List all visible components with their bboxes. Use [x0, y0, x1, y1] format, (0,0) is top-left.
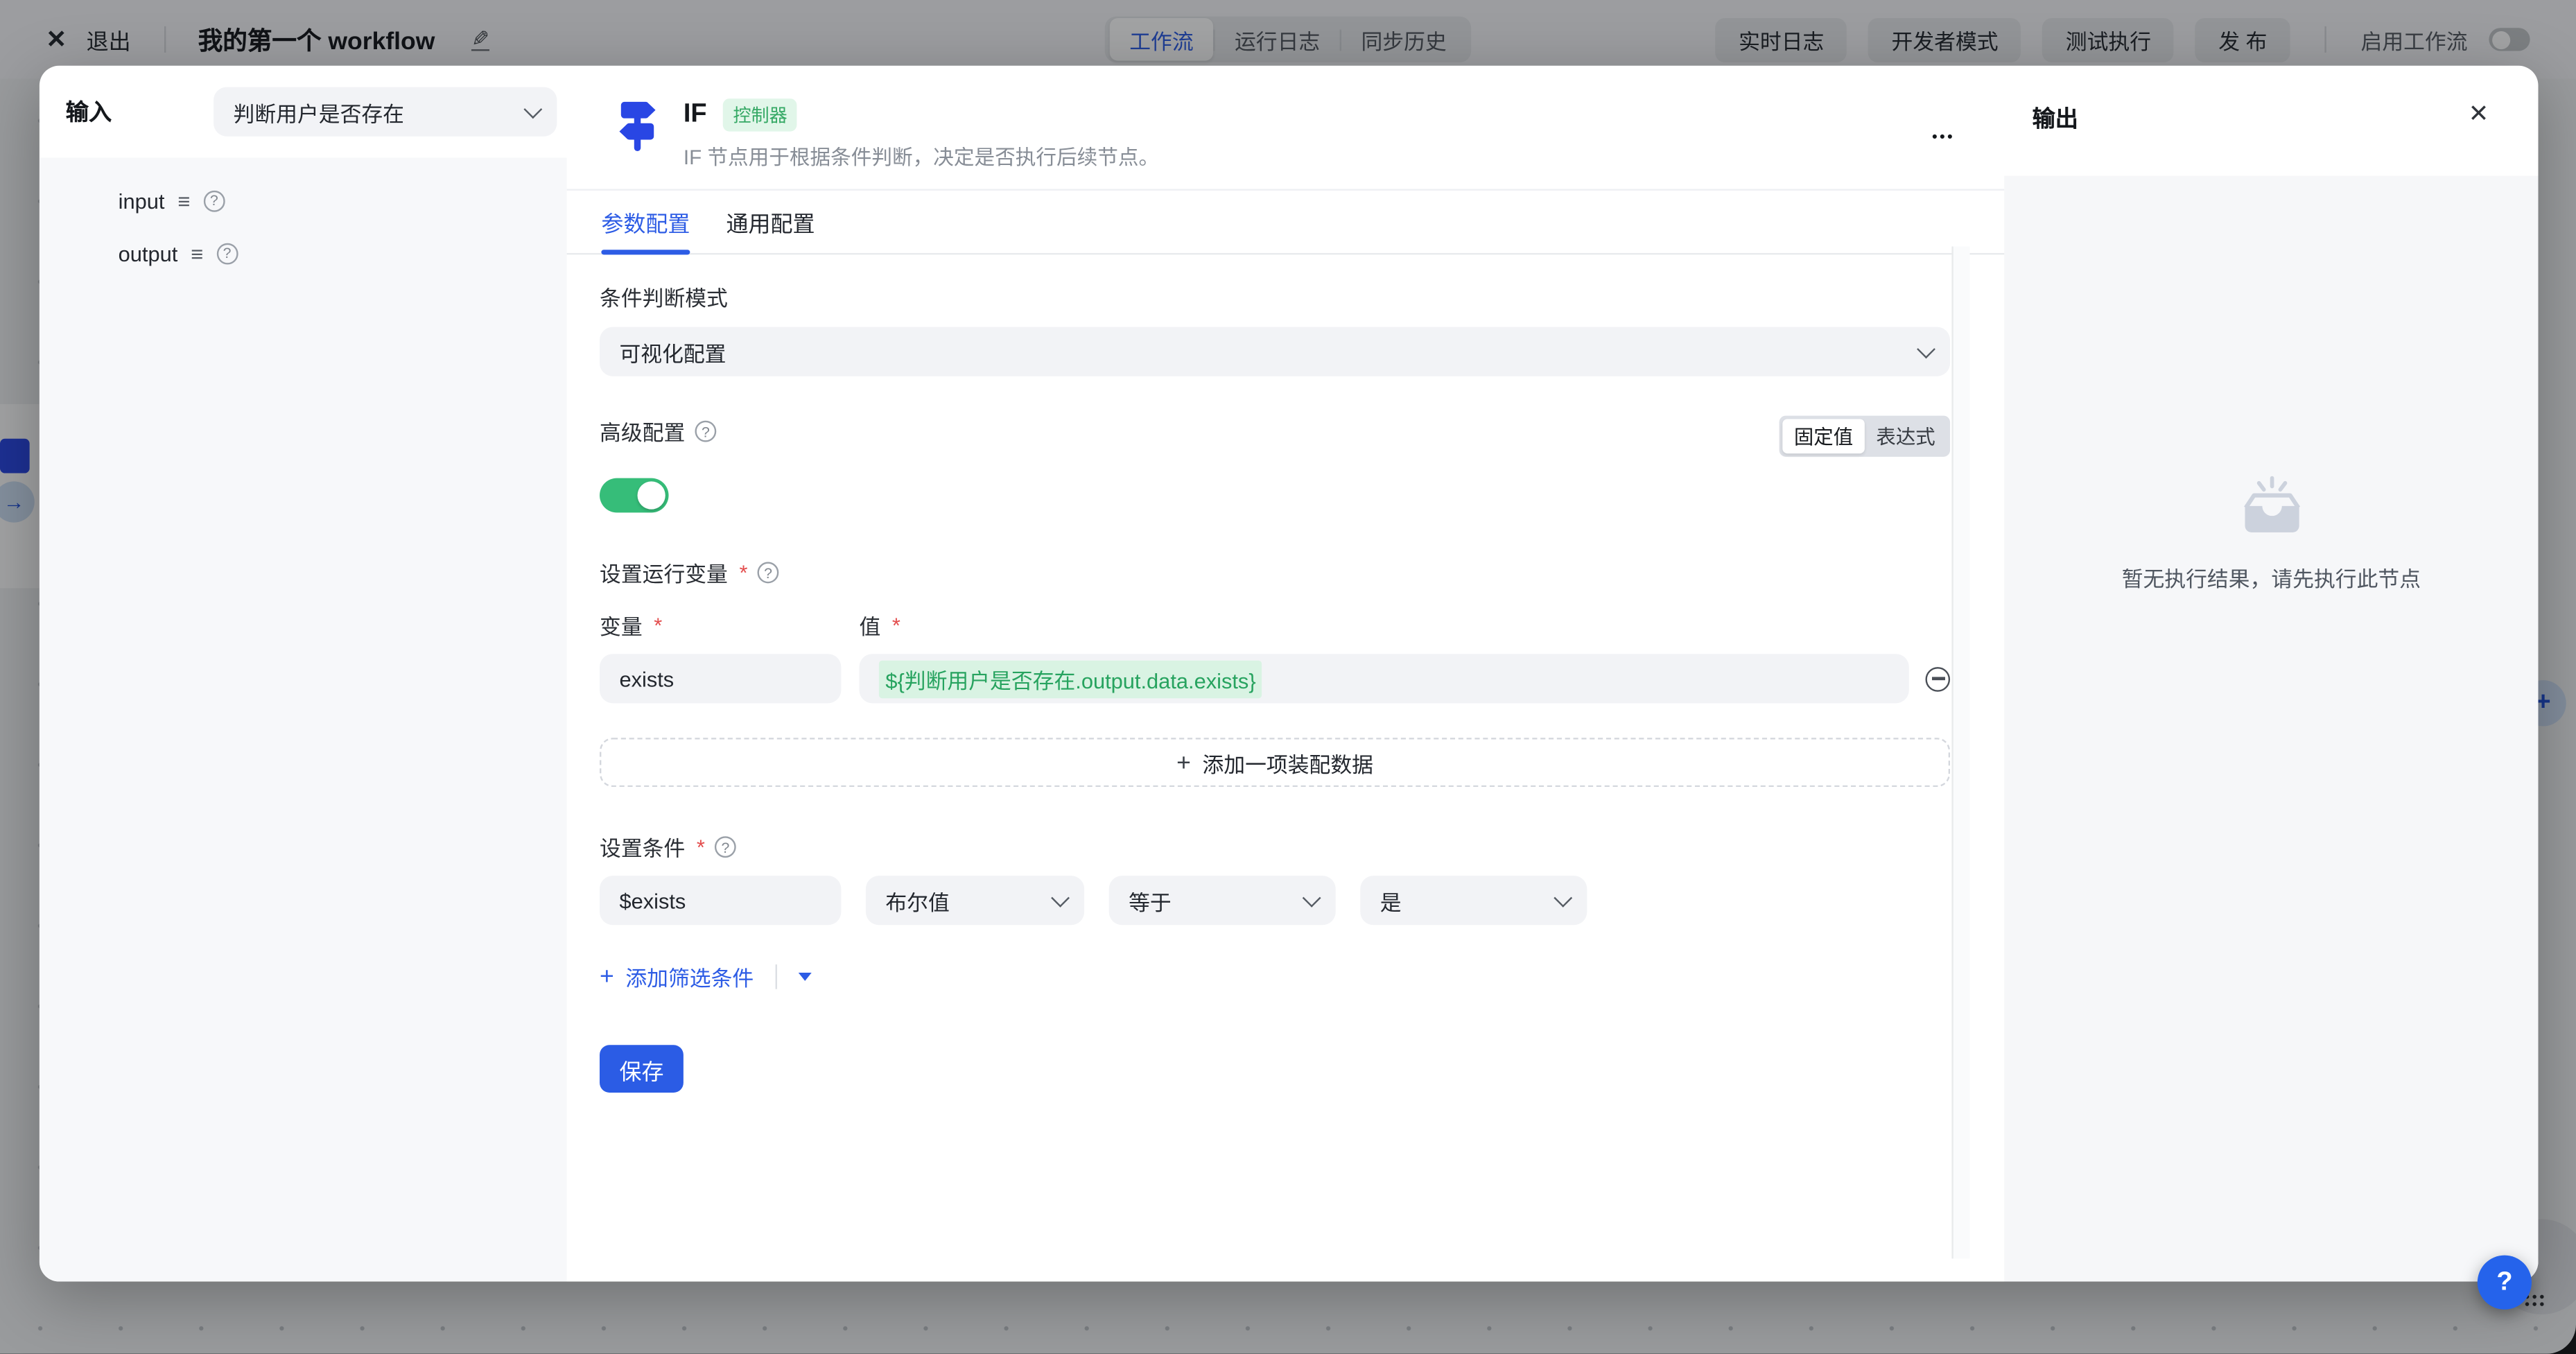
condition-row: $exists 布尔值 等于 是 [600, 876, 2004, 925]
value-type-segment: 固定值 表达式 [1779, 416, 1951, 457]
expression-token[interactable]: ${判断用户是否存在.output.data.exists} [879, 660, 1262, 698]
condition-value-select[interactable]: 是 [1360, 876, 1587, 925]
node-config-panel: IF 控制器 IF 节点用于根据条件判断，决定是否执行后续节点。 ••• 参数配… [567, 66, 2005, 1282]
minus-circle-icon[interactable] [1926, 666, 1951, 691]
output-panel-header: 输出 ✕ [2004, 66, 2538, 176]
source-node-select[interactable]: 判断用户是否存在 [214, 87, 557, 137]
input-panel-title: 输入 [66, 95, 214, 128]
config-form: 条件判断模式 可视化配置 高级配置 ? 固定值 表达式 [567, 254, 2005, 1281]
if-node-icon [616, 98, 659, 155]
help-circle-icon[interactable]: ? [695, 421, 717, 442]
config-tabs: 参数配置 通用配置 [567, 191, 2005, 254]
plus-icon: + [600, 963, 614, 991]
variable-value-input[interactable]: ${判断用户是否存在.output.data.exists} [859, 654, 1908, 703]
add-filter-button[interactable]: 添加筛选条件 [625, 961, 754, 992]
node-header-text: IF 控制器 IF 节点用于根据条件判断，决定是否执行后续节点。 [684, 98, 1159, 171]
runtime-var-row: exists ${判断用户是否存在.output.data.exists} [600, 654, 2004, 703]
conditions-heading: 设置条件* ? [600, 831, 2004, 862]
plus-icon: + [1176, 748, 1191, 776]
source-node-value: 判断用户是否存在 [234, 96, 405, 128]
condition-type-select[interactable]: 布尔值 [866, 876, 1084, 925]
condition-operator-select[interactable]: 等于 [1109, 876, 1336, 925]
field-name: input [119, 188, 165, 213]
list-item[interactable]: input ≡ ? [119, 174, 567, 227]
segment-expression[interactable]: 表达式 [1865, 419, 1947, 453]
help-circle-icon[interactable]: ? [216, 243, 238, 264]
advanced-config-label: 高级配置 ? [600, 416, 716, 447]
menu-icon[interactable]: ≡ [177, 188, 190, 213]
close-icon[interactable]: ✕ [2469, 102, 2489, 127]
output-panel-body: 暂无执行结果，请先执行此节点 [2004, 176, 2538, 1282]
advanced-config-row: 高级配置 ? 固定值 表达式 [600, 416, 1950, 457]
node-header: IF 控制器 IF 节点用于根据条件判断，决定是否执行后续节点。 ••• [567, 66, 2005, 191]
tab-param-config[interactable]: 参数配置 [601, 191, 690, 253]
node-type-badge: 控制器 [723, 98, 797, 131]
toggle-knob [638, 481, 665, 509]
condition-field-input[interactable]: $exists [600, 876, 841, 925]
output-panel: 输出 ✕ 暂无执行结果，请先执行此节点 [2004, 66, 2538, 1282]
chevron-down-icon [1303, 889, 1321, 908]
segment-fixed-value[interactable]: 固定值 [1782, 419, 1865, 453]
list-item[interactable]: output ≡ ? [119, 227, 567, 279]
save-button[interactable]: 保存 [600, 1045, 684, 1093]
condition-mode-label: 条件判断模式 [600, 281, 2004, 312]
caret-down-icon[interactable] [798, 973, 811, 981]
divider [775, 964, 776, 989]
runtime-vars-heading: 设置运行变量* ? [600, 557, 2004, 588]
chevron-down-icon [1917, 340, 1935, 358]
menu-icon[interactable]: ≡ [191, 241, 203, 266]
add-filter-row: + 添加筛选条件 [600, 961, 2004, 992]
input-panel: 输入 判断用户是否存在 input ≡ ? output ≡ ? [40, 66, 567, 1282]
tab-general-config[interactable]: 通用配置 [726, 191, 815, 253]
variable-name-input[interactable]: exists [600, 654, 841, 703]
col-variable-label: 变量 [600, 609, 643, 641]
input-panel-body: input ≡ ? output ≡ ? [40, 158, 567, 1282]
condition-mode-select[interactable]: 可视化配置 [600, 327, 1950, 376]
help-button[interactable]: ? [2478, 1256, 2532, 1310]
condition-mode-value: 可视化配置 [619, 336, 726, 367]
chevron-down-icon [1554, 889, 1572, 908]
advanced-config-toggle[interactable] [600, 478, 669, 513]
help-circle-icon[interactable]: ? [715, 836, 736, 858]
node-name: IF [684, 101, 707, 130]
output-panel-title: 输出 [2033, 102, 2078, 134]
help-circle-icon[interactable]: ? [203, 190, 225, 211]
runtime-vars-columns: 变量* 值* [600, 609, 2004, 641]
chevron-down-icon [1051, 889, 1070, 908]
add-assemble-data-button[interactable]: + 添加一项装配数据 [600, 738, 1950, 787]
node-config-modal: 输入 判断用户是否存在 input ≡ ? output ≡ ? [40, 66, 2539, 1282]
field-name: output [119, 241, 178, 266]
help-circle-icon[interactable]: ? [758, 562, 779, 584]
more-icon[interactable]: ••• [1932, 128, 1955, 145]
node-description: IF 节点用于根据条件判断，决定是否执行后续节点。 [684, 139, 1159, 171]
scrollbar[interactable] [1951, 246, 1969, 1258]
empty-state-text: 暂无执行结果，请先执行此节点 [2122, 561, 2421, 592]
chevron-down-icon [523, 100, 542, 119]
workflow-editor: ✕ 退出 我的第一个 workflow ✎ 工作流 运行日志 同步历史 实时日志… [0, 0, 2576, 1354]
input-panel-header: 输入 判断用户是否存在 [40, 66, 567, 158]
col-value-label: 值 [859, 609, 880, 641]
question-glyph: ? [2496, 1267, 2512, 1297]
empty-inbox-icon [2234, 471, 2309, 540]
